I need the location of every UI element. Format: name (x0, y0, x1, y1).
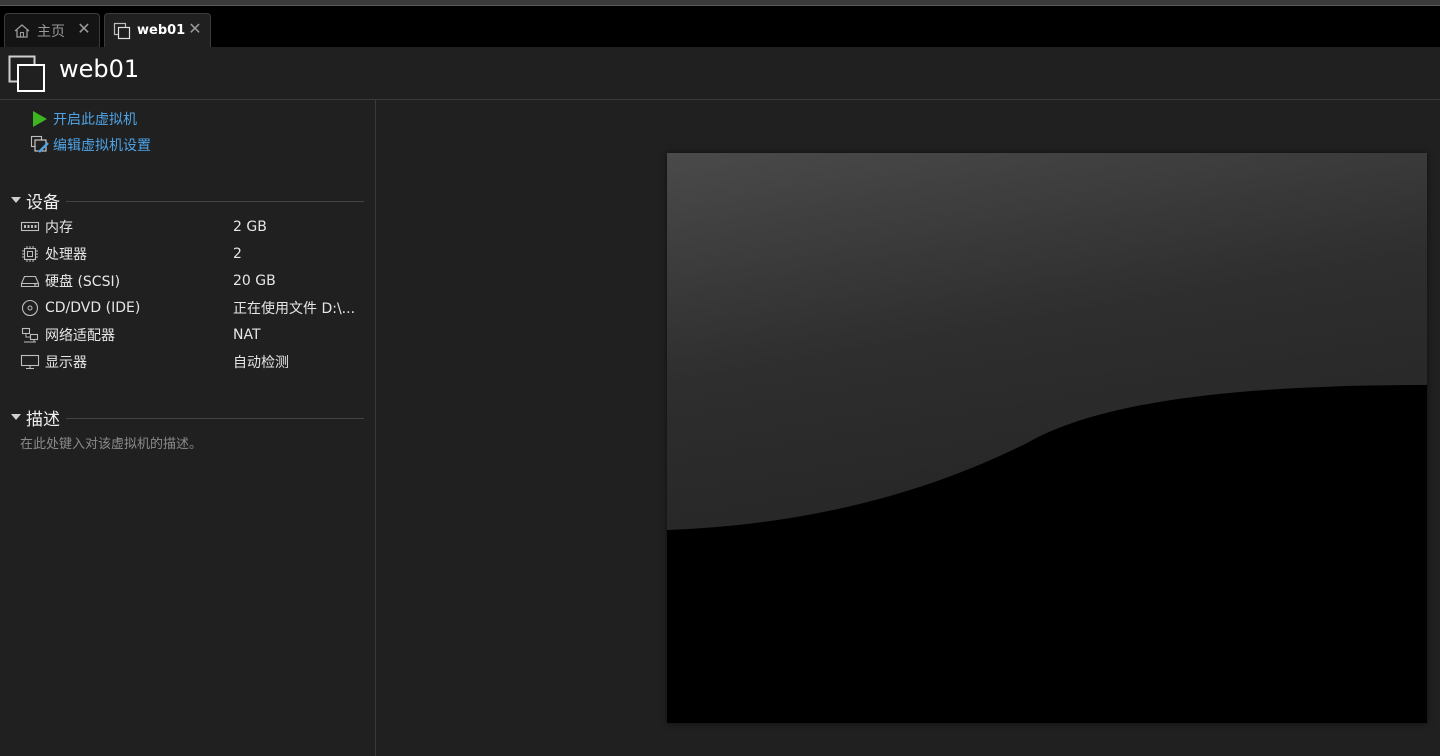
tab-home-label: 主页 (37, 23, 65, 40)
vm-details-panel: 开启此虚拟机 编辑虚拟机设置 设备 内存 2 GB 处理器 2 硬盘 (SCSI… (0, 100, 376, 756)
network-adapter-icon (21, 327, 39, 343)
power-on-vm-link[interactable]: 开启此虚拟机 (30, 108, 137, 130)
description-section-header[interactable]: 描述 (8, 407, 364, 430)
edit-settings-icon (30, 135, 49, 153)
collapse-triangle-icon[interactable] (11, 414, 21, 420)
description-section-title: 描述 (26, 409, 60, 430)
device-row-display[interactable]: 显示器 自动检测 (20, 351, 365, 373)
vm-screen-thumbnail[interactable] (667, 153, 1427, 723)
harddisk-icon (20, 275, 40, 288)
close-icon[interactable]: ✕ (188, 21, 202, 37)
device-name: 处理器 (45, 247, 87, 263)
memory-icon (20, 221, 40, 232)
device-value: 2 GB (233, 219, 267, 235)
vm-preview-area (376, 100, 1440, 756)
device-row-memory[interactable]: 内存 2 GB (20, 216, 365, 238)
device-value: NAT (233, 327, 261, 343)
tab-bar: 主页 ✕ web01 ✕ (0, 6, 1440, 47)
cd-dvd-icon (21, 299, 39, 317)
device-name: 硬盘 (SCSI) (45, 274, 121, 290)
device-name: 网络适配器 (45, 328, 115, 344)
vm-icon (113, 22, 131, 39)
section-divider (66, 417, 364, 419)
vm-name-title: web01 (59, 55, 140, 83)
section-divider (66, 200, 364, 202)
device-name: CD/DVD (IDE) (45, 300, 141, 316)
display-icon (20, 354, 40, 370)
edit-vm-settings-label: 编辑虚拟机设置 (53, 138, 151, 154)
tab-web01[interactable]: web01 ✕ (104, 13, 211, 47)
device-name: 显示器 (45, 355, 87, 371)
power-on-vm-label: 开启此虚拟机 (53, 112, 137, 128)
tab-web01-label: web01 (137, 23, 186, 38)
vm-icon (8, 55, 45, 92)
home-icon (14, 23, 30, 38)
description-input[interactable]: 在此处键入对该虚拟机的描述。 (20, 433, 202, 452)
close-icon[interactable]: ✕ (77, 21, 91, 37)
device-value: 2 (233, 246, 242, 262)
device-name: 内存 (45, 220, 73, 236)
collapse-triangle-icon[interactable] (11, 197, 21, 203)
vm-header: web01 (0, 47, 1440, 100)
device-value: 20 GB (233, 273, 276, 289)
cpu-icon (22, 246, 38, 262)
play-icon (33, 111, 47, 127)
device-row-cd-dvd[interactable]: CD/DVD (IDE) 正在使用文件 D:\... (20, 297, 365, 319)
devices-section-title: 设备 (26, 192, 60, 213)
device-value: 正在使用文件 D:\... (233, 301, 356, 317)
device-row-network-adapter[interactable]: 网络适配器 NAT (20, 324, 365, 346)
device-row-processor[interactable]: 处理器 2 (20, 243, 365, 265)
device-value: 自动检测 (233, 355, 289, 371)
edit-vm-settings-link[interactable]: 编辑虚拟机设置 (30, 134, 151, 156)
tab-home[interactable]: 主页 ✕ (4, 13, 100, 47)
devices-section-header[interactable]: 设备 (8, 190, 364, 213)
device-row-harddisk[interactable]: 硬盘 (SCSI) 20 GB (20, 270, 365, 292)
